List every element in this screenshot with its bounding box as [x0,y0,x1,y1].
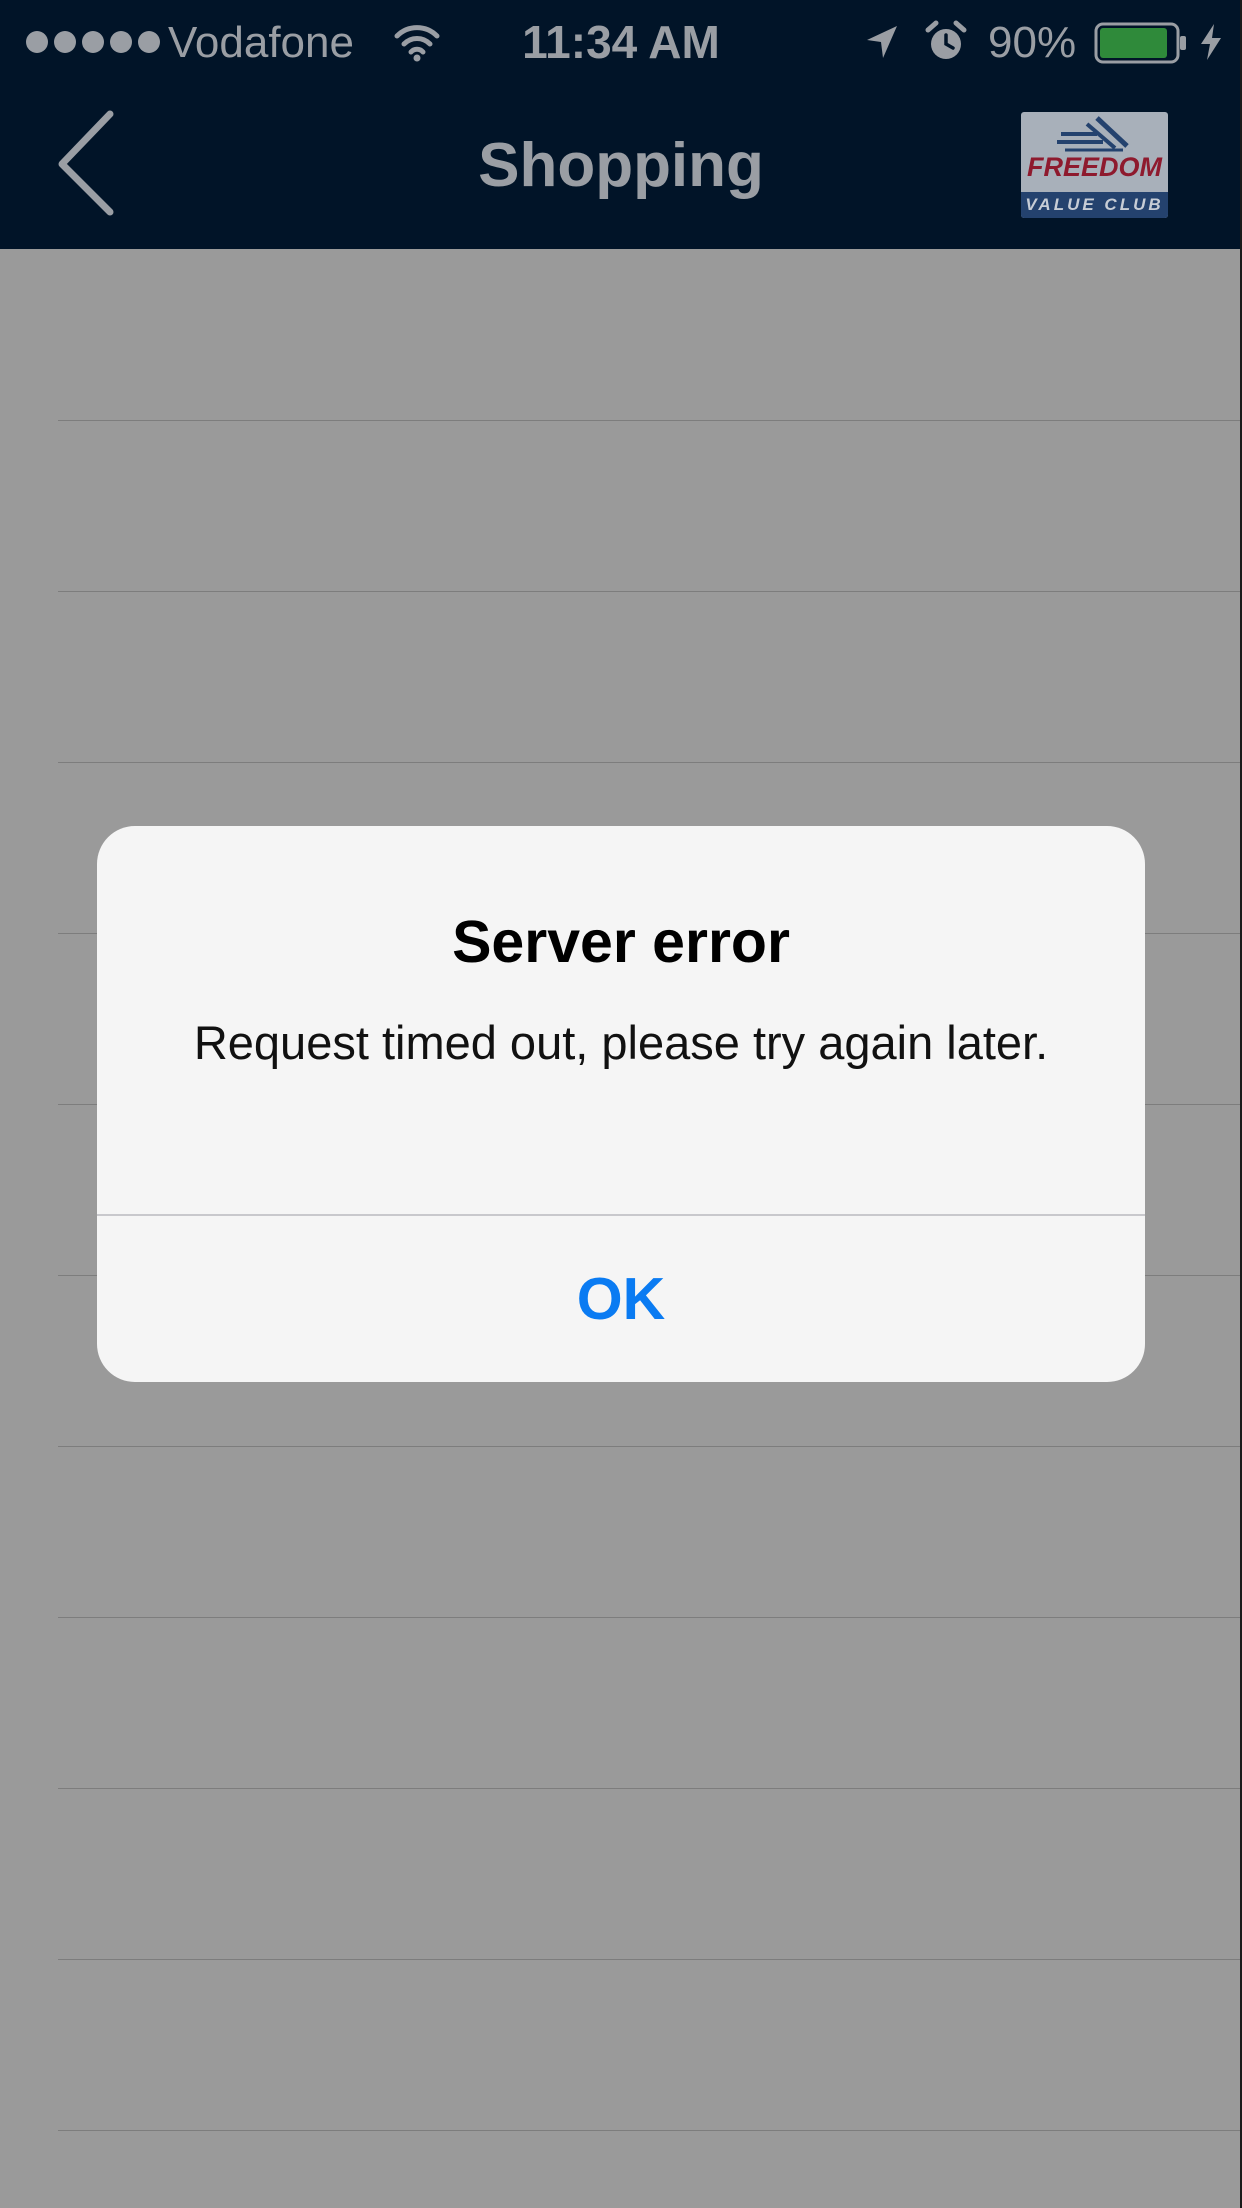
alert-dialog: Server error Request timed out, please t… [97,826,1145,1382]
charging-bolt-icon [1201,24,1221,60]
ok-button[interactable]: OK [97,1216,1145,1382]
location-arrow-icon [867,26,897,58]
alarm-clock-icon [925,20,967,59]
battery-icon [1094,22,1186,64]
list-row-separator [58,420,1242,421]
list-row-separator [58,1788,1242,1789]
brand-logo: FREEDOM VALUE CLUB [1021,112,1168,218]
list-row-separator [58,1617,1242,1618]
navigation-bar: Shopping FREEDOM VALUE CLUB [0,86,1242,249]
app-header: Vodafone 11:34 AM 90% Shopping FREEDOM V… [0,0,1242,249]
logo-wordmark: FREEDOM [1027,152,1162,182]
logo-subtitle: VALUE CLUB [1021,192,1168,218]
logo-wings-icon [1057,116,1129,152]
list-row-separator [58,762,1242,763]
list-row-separator [58,591,1242,592]
list-row-separator [58,1446,1242,1447]
status-bar: Vodafone 11:34 AM 90% [0,0,1242,86]
alert-title: Server error [452,909,790,975]
battery-percent: 90% [988,18,1077,67]
list-row-separator [58,2130,1242,2131]
alert-message: Request timed out, please try again late… [193,1016,1049,1069]
list-row-separator [58,1959,1242,1960]
